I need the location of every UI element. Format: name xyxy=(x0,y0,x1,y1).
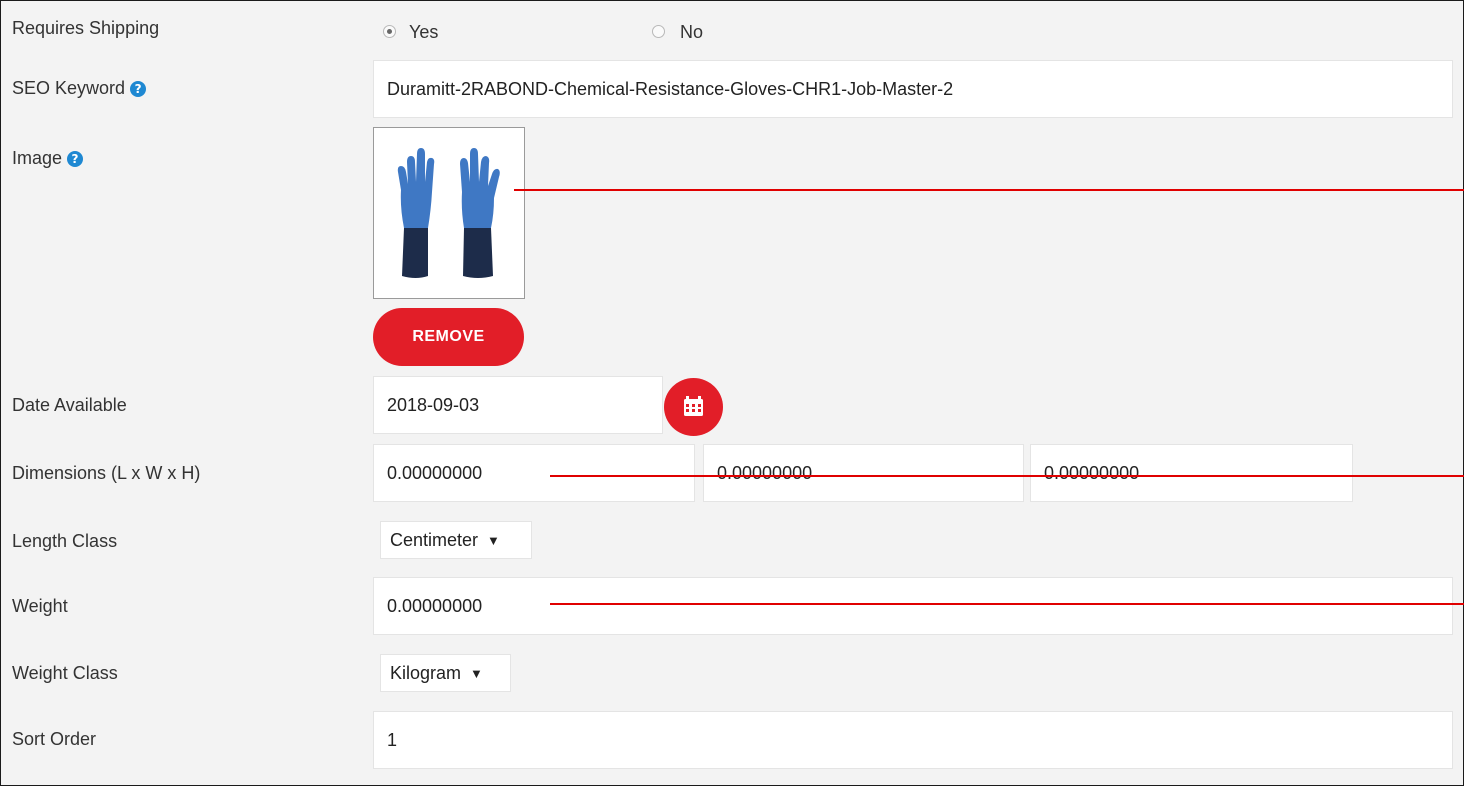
length-class-select[interactable]: Centimeter ▼ xyxy=(380,521,532,559)
remove-image-button[interactable]: REMOVE xyxy=(373,308,524,366)
shipping-no-radio[interactable] xyxy=(652,25,665,38)
image-label-text: Image xyxy=(12,148,63,168)
weight-class-select[interactable]: Kilogram ▼ xyxy=(380,654,511,692)
weight-class-label: Weight Class xyxy=(12,663,118,683)
annotation-line-dimensions xyxy=(550,475,1464,477)
calendar-button[interactable] xyxy=(664,378,723,436)
annotation-line-weight xyxy=(550,603,1464,605)
question-circle-icon[interactable]: ? xyxy=(130,81,147,97)
weight-input[interactable]: 0.00000000 xyxy=(373,577,1453,635)
seo-keyword-input[interactable]: Duramitt-2RABOND-Chemical-Resistance-Glo… xyxy=(373,60,1453,118)
product-data-form: Requires Shipping Yes No SEO Keyword? Du… xyxy=(0,0,1464,786)
dropdown-caret-icon: ▼ xyxy=(487,532,500,548)
date-available-input[interactable]: 2018-09-03 xyxy=(373,376,663,434)
product-image-thumbnail[interactable] xyxy=(373,127,525,299)
shipping-no-label[interactable]: No xyxy=(680,22,703,43)
seo-keyword-label: SEO Keyword? xyxy=(12,78,147,99)
dimensions-label: Dimensions (L x W x H) xyxy=(12,463,201,483)
requires-shipping-label: Requires Shipping xyxy=(12,18,160,38)
dropdown-caret-icon: ▼ xyxy=(470,665,483,681)
sort-order-label: Sort Order xyxy=(12,729,97,749)
annotation-line-image xyxy=(514,189,1464,191)
image-label: Image? xyxy=(12,148,84,169)
calendar-icon xyxy=(684,396,703,416)
shipping-yes-label[interactable]: Yes xyxy=(409,22,438,43)
weight-class-value: Kilogram xyxy=(390,662,462,683)
weight-label: Weight xyxy=(12,596,68,616)
width-input[interactable]: 0.00000000 xyxy=(703,444,1024,502)
question-circle-icon[interactable]: ? xyxy=(67,151,84,167)
sort-order-input[interactable]: 1 xyxy=(373,711,1453,769)
date-available-label: Date Available xyxy=(12,395,127,415)
shipping-yes-radio[interactable] xyxy=(383,25,396,38)
height-input[interactable]: 0.00000000 xyxy=(1030,444,1353,502)
length-class-label: Length Class xyxy=(12,531,118,551)
seo-keyword-label-text: SEO Keyword xyxy=(12,78,126,98)
gloves-image xyxy=(397,148,500,278)
length-input[interactable]: 0.00000000 xyxy=(373,444,695,502)
length-class-value: Centimeter xyxy=(390,529,479,550)
